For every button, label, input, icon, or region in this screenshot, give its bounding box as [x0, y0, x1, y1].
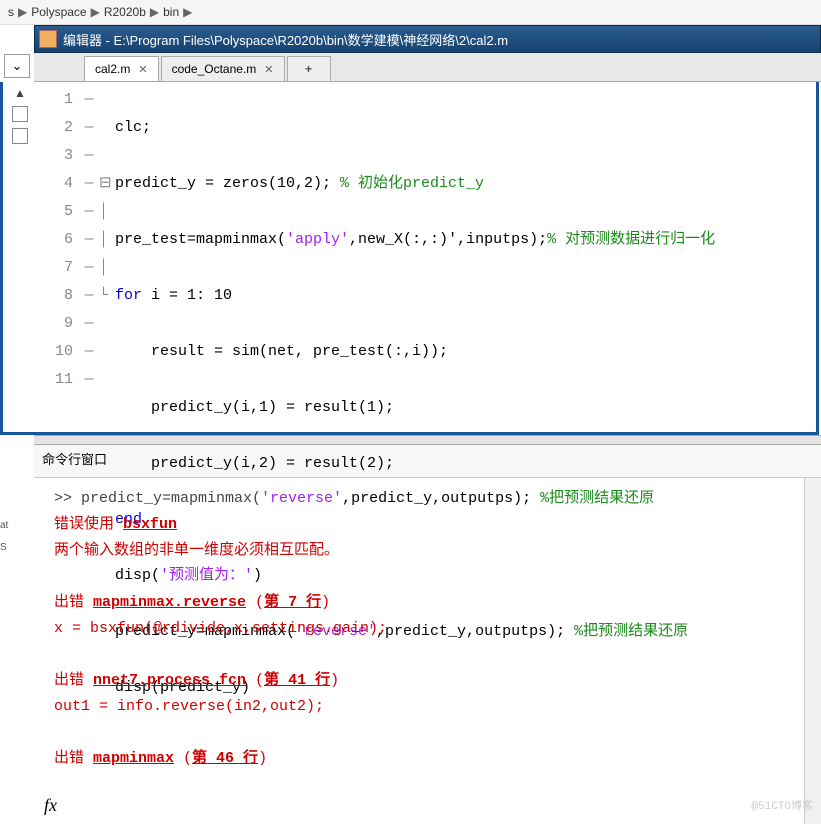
err-text: ) [258, 750, 267, 767]
editor-titlebar: 编辑器 - E:\Program Files\Polyspace\R2020b\… [34, 25, 821, 53]
editor-panel: ▲ 1 2 3 4 5 6 7 8 9 10 11 ———— ———— ——— … [0, 82, 819, 435]
tab-label: code_Octane.m [172, 62, 257, 76]
chevron-down-icon: ⌄ [12, 58, 23, 74]
code-text: clc; [115, 119, 151, 136]
plus-icon: + [305, 62, 312, 76]
code-comment: % 初始化predict_y [340, 175, 484, 192]
err-text: 两个输入数组的非单一维度必须相互匹配。 [54, 538, 813, 564]
cw-prompt: >> predict_y=mapminmax( [54, 490, 261, 507]
side-text: atS [0, 520, 30, 553]
line-number: 5 [37, 198, 73, 226]
line-number: 3 [37, 142, 73, 170]
line-gutter: 1 2 3 4 5 6 7 8 9 10 11 [37, 86, 79, 432]
line-number: 10 [37, 338, 73, 366]
code-comment: % 对预测数据进行归一化 [547, 231, 715, 248]
code-text: predict_y = zeros(10,2); [115, 175, 340, 192]
bc-item[interactable]: Polyspace [29, 5, 88, 19]
code-text: pre_test=mapminmax( [115, 231, 286, 248]
err-text: ( [174, 750, 192, 767]
err-text: ) [330, 672, 339, 689]
err-text: 出错 [54, 672, 93, 689]
tab-label: cal2.m [95, 62, 130, 76]
marker[interactable] [12, 106, 28, 122]
line-number: 9 [37, 310, 73, 338]
bc-sep: ▶ [148, 5, 161, 19]
fold-gutter[interactable]: ⊟ │││└ [99, 86, 115, 432]
code-area[interactable]: clc; predict_y = zeros(10,2); % 初始化predi… [115, 86, 816, 432]
tab-code-octane[interactable]: code_Octane.m ✕ [161, 56, 285, 81]
err-text: ( [246, 672, 264, 689]
bc-sep: ▶ [89, 5, 102, 19]
err-text: 出错 [54, 750, 93, 767]
bc-item[interactable]: s [6, 5, 16, 19]
up-arrow-icon[interactable]: ▲ [14, 86, 26, 100]
err-link[interactable]: mapminmax [93, 750, 174, 767]
marker[interactable] [12, 128, 28, 144]
err-link[interactable]: nnet7.process_fcn [93, 672, 246, 689]
code-string: 'reverse' [261, 490, 342, 507]
code-editor[interactable]: 1 2 3 4 5 6 7 8 9 10 11 ———— ———— ——— ⊟ … [37, 82, 816, 432]
section-gutter: ———— ———— ——— [79, 86, 99, 432]
command-window[interactable]: >> predict_y=mapminmax('reverse',predict… [34, 478, 821, 824]
breadcrumb[interactable]: s▶ Polyspace▶ R2020b▶ bin▶ [0, 0, 821, 25]
line-number: 1 [37, 86, 73, 114]
code-text: result = sim(net, pre_test(:,i)); [115, 343, 448, 360]
bc-sep: ▶ [16, 5, 29, 19]
err-text: x = bsxfun(@rdivide,x,settings.gain); [54, 616, 813, 642]
code-text: ,predict_y,outputps); [342, 490, 540, 507]
line-number: 6 [37, 226, 73, 254]
err-text: 出错 [54, 594, 93, 611]
line-number: 11 [37, 366, 73, 394]
tab-cal2[interactable]: cal2.m ✕ [84, 56, 159, 81]
editor-icon [39, 30, 57, 48]
err-text: ( [246, 594, 264, 611]
code-keyword: for [115, 287, 142, 304]
code-text: i = 1: 10 [142, 287, 232, 304]
dropdown-button[interactable]: ⌄ [4, 54, 30, 78]
err-text: 错误使用 [54, 516, 123, 533]
bc-sep: ▶ [181, 5, 194, 19]
code-text: predict_y(i,2) = result(2); [115, 455, 394, 472]
editor-title: 编辑器 - E:\Program Files\Polyspace\R2020b\… [63, 30, 508, 49]
close-icon[interactable]: ✕ [138, 63, 147, 76]
tab-bar: cal2.m ✕ code_Octane.m ✕ + [34, 53, 821, 82]
editor-margin: ▲ [3, 82, 37, 432]
err-link[interactable]: 第 41 行 [264, 672, 330, 689]
err-link[interactable]: bsxfun [123, 516, 177, 533]
scrollbar[interactable] [804, 478, 821, 824]
code-text: predict_y(i,1) = result(1); [115, 399, 394, 416]
err-text: ) [321, 594, 330, 611]
close-icon[interactable]: ✕ [264, 63, 273, 76]
new-tab-button[interactable]: + [287, 56, 331, 81]
err-link[interactable]: mapminmax.reverse [93, 594, 246, 611]
line-number: 7 [37, 254, 73, 282]
line-number: 4 [37, 170, 73, 198]
bc-item[interactable]: bin [161, 5, 181, 19]
err-link[interactable]: 第 46 行 [192, 750, 258, 767]
line-number: 2 [37, 114, 73, 142]
line-number: 8 [37, 282, 73, 310]
err-link[interactable]: 第 7 行 [264, 594, 321, 611]
code-comment: %把预测结果还原 [540, 490, 654, 507]
fx-icon[interactable]: fx [44, 792, 57, 818]
code-text: ,new_X(:,:)',inputps); [349, 231, 547, 248]
err-text: out1 = info.reverse(in2,out2); [54, 694, 813, 720]
bc-item[interactable]: R2020b [102, 5, 148, 19]
code-string: 'apply' [286, 231, 349, 248]
